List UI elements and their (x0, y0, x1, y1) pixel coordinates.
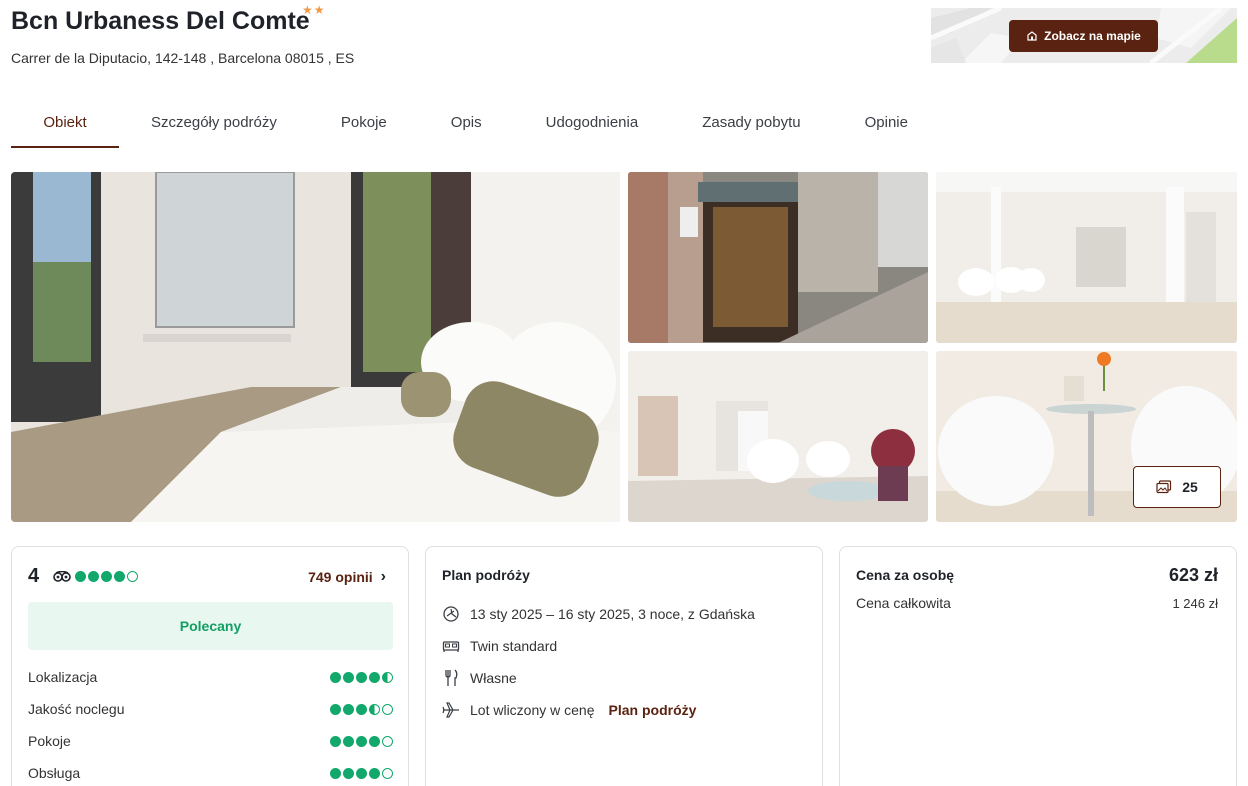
photo-lobby[interactable] (936, 172, 1237, 343)
flight-included: Lot wliczony w cenę (470, 702, 595, 718)
rating-row-dots (330, 767, 393, 779)
section-tabs: Obiekt Szczegóły podróży Pokoje Opis Udo… (11, 100, 908, 148)
price-total-value: 1 246 zł (1172, 596, 1218, 611)
trip-dates: 13 sty 2025 – 16 sty 2025, 3 noce, z Gda… (470, 606, 755, 622)
rating-dot-empty (382, 735, 393, 747)
rating-dot-full (343, 735, 354, 747)
tab-opis[interactable]: Opis (451, 100, 482, 148)
rating-dot-full (369, 735, 380, 747)
rating-dot-full (101, 571, 113, 582)
rating-row-service: Obsługa (28, 765, 393, 781)
tripadvisor-rating (53, 571, 139, 582)
rating-dot-full (369, 671, 380, 683)
rating-dot-empty (382, 703, 393, 715)
rating-row-location: Lokalizacja (28, 669, 393, 685)
tab-szczegoly-podrozy[interactable]: Szczegóły podróży (151, 100, 277, 148)
house-pin-icon (1027, 31, 1037, 41)
photo-reception[interactable] (628, 351, 928, 522)
rating-dot-half (382, 671, 393, 683)
room-type: Twin standard (470, 638, 558, 654)
rating-summary: 4 (28, 565, 139, 588)
bed-icon (442, 641, 460, 652)
rating-dot-full (343, 671, 354, 683)
rating-row-label: Lokalizacja (28, 669, 98, 685)
show-map-button[interactable]: Zobacz na mapie (1009, 20, 1158, 52)
main-photo-bedroom[interactable] (11, 172, 620, 522)
rating-row-quality: Jakość noclegu (28, 701, 393, 717)
map-preview[interactable]: Zobacz na mapie (931, 8, 1237, 63)
chevron-right-icon: › (380, 568, 386, 585)
rating-dot-full (356, 703, 367, 715)
reviews-link[interactable]: 749 opinii › (308, 568, 386, 586)
rating-dot-full (330, 735, 341, 747)
rating-dot-full (114, 571, 126, 582)
gallery-count-button[interactable]: 25 (1133, 466, 1221, 508)
board-type: Własne (470, 670, 517, 686)
rating-row-label: Jakość noclegu (28, 701, 125, 717)
rating-dot-empty (127, 571, 139, 582)
rating-score: 4 (28, 565, 40, 587)
recommended-badge: Polecany (28, 602, 393, 650)
tab-pokoje[interactable]: Pokoje (341, 100, 387, 148)
rating-row-label: Pokoje (28, 733, 71, 749)
hotel-stars: ★★ (302, 3, 326, 17)
calendar-plane-icon (443, 606, 459, 622)
bedroom-image (11, 172, 620, 522)
rating-dot-full (88, 571, 100, 582)
show-map-label: Zobacz na mapie (1044, 29, 1141, 43)
price-total-label: Cena całkowita (856, 595, 951, 611)
lobby-image (936, 172, 1237, 343)
rating-dot-full (343, 703, 354, 715)
trip-dates-row: 13 sty 2025 – 16 sty 2025, 3 noce, z Gda… (442, 605, 755, 623)
rating-dot-full (75, 571, 87, 582)
rating-row-rooms: Pokoje (28, 733, 393, 749)
rating-dot-half (369, 703, 380, 715)
tripadvisor-icon (53, 571, 71, 582)
rating-row-label: Obsługa (28, 765, 81, 781)
score-dots (75, 571, 139, 582)
photo-entrance[interactable] (628, 172, 928, 343)
fork-knife-icon (445, 669, 458, 686)
price-per-person-value: 623 zł (1168, 565, 1218, 585)
rating-dot-full (356, 735, 367, 747)
rating-dot-full (330, 767, 341, 779)
entrance-image (628, 172, 928, 343)
hotel-title: Bcn Urbaness Del Comte (11, 7, 310, 35)
rating-dot-full (343, 767, 354, 779)
reviews-count: 749 opinii (308, 569, 373, 585)
gallery-icon (1156, 480, 1172, 494)
plane-icon (442, 702, 459, 718)
tab-opinie[interactable]: Opinie (865, 100, 908, 148)
price-card: Cena za osobę 623 zł Cena całkowita 1 24… (839, 546, 1237, 786)
trip-plan-title: Plan podróży (442, 567, 530, 583)
gallery-count: 25 (1182, 479, 1198, 495)
trip-plan-card: Plan podróży 13 sty 2025 – 16 sty 2025, … (425, 546, 823, 786)
room-type-row: Twin standard (442, 637, 557, 655)
rating-row-dots (330, 703, 393, 715)
reception-image (628, 351, 928, 522)
tab-udogodnienia[interactable]: Udogodnienia (546, 100, 639, 148)
rating-card: 4 749 opinii › Polecany Lokalizacja Jako… (11, 546, 409, 786)
rating-dot-full (330, 671, 341, 683)
price-per-person-label: Cena za osobę (856, 567, 955, 583)
rating-dot-empty (382, 767, 393, 779)
tab-zasady-pobytu[interactable]: Zasady pobytu (702, 100, 800, 148)
rating-dot-full (356, 671, 367, 683)
hotel-address: Carrer de la Diputacio, 142-148 , Barcel… (11, 50, 355, 66)
trip-plan-link[interactable]: Plan podróży (609, 702, 697, 718)
rating-row-dots (330, 671, 393, 683)
board-row: Własne (442, 669, 517, 687)
rating-dot-full (356, 767, 367, 779)
tab-obiekt[interactable]: Obiekt (11, 100, 119, 148)
rating-row-dots (330, 735, 393, 747)
rating-dot-full (330, 703, 341, 715)
photo-lounge-chairs[interactable]: 25 (936, 351, 1237, 522)
rating-dot-full (369, 767, 380, 779)
flight-row: Lot wliczony w cenę Plan podróży (442, 701, 696, 719)
